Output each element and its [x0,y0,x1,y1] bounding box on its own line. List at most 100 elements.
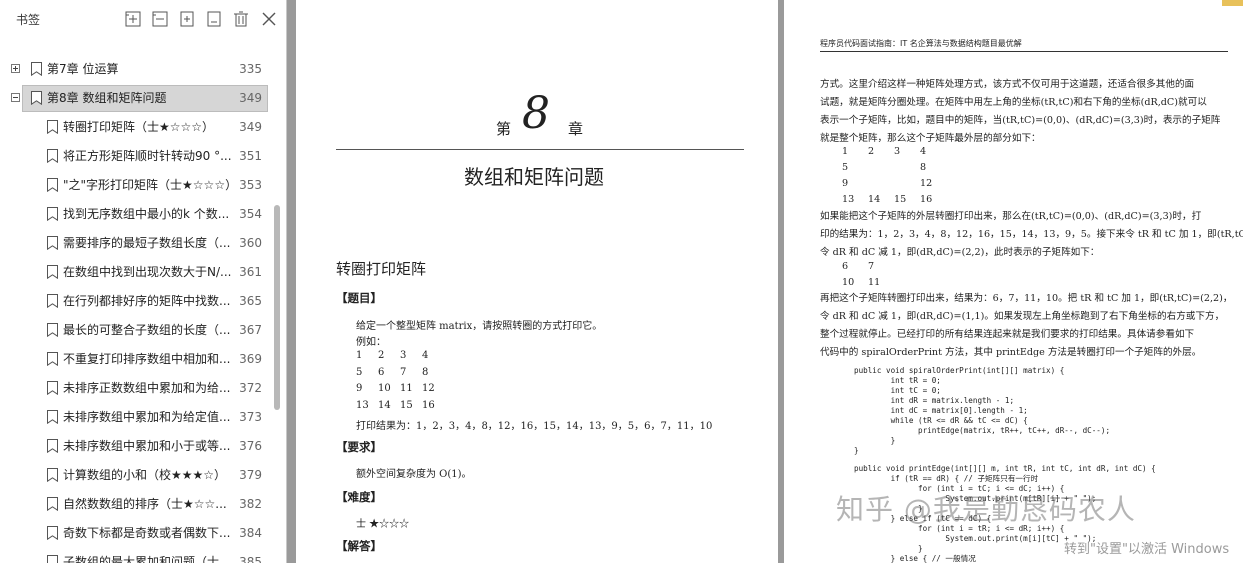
collapse-all-icon[interactable] [151,10,169,28]
bookmark-icon [47,381,58,395]
paragraph-line: 表示一个子矩阵，比如，题目中的矩阵，当(tR,tC)=(0,0)、(dR,dC)… [820,115,1221,126]
windows-activation-notice: 转到"设置"以激活 Windows [1064,542,1230,557]
bookmark-label: 需要排序的最短子数组长度（... [63,236,231,250]
bookmark-page-number: 349 [239,91,262,105]
bookmark-label: 最长的可整合子数组的长度（... [63,323,231,337]
bookmark-label: 在行列都排好序的矩阵中找数... [63,294,231,308]
chapter-suffix: 章 [568,120,584,138]
bookmark-page-number: 385 [239,555,262,563]
matrix-row: 58 [842,162,946,173]
bookmark-page-number: 335 [239,62,262,76]
print-result: 打印结果为：1，2，3，4，8，12，16，15，14，13，9，5，6，7，1… [356,421,713,432]
expand-all-icon[interactable] [124,10,142,28]
matrix-row: 1 2 3 4 [842,146,946,157]
bookmark-item[interactable]: 自然数数组的排序（士★☆☆... 382 [0,490,276,519]
bookmark-icon [47,468,58,482]
bookmark-item[interactable]: 转圈打印矩阵（士★☆☆☆） 349 [0,113,276,142]
bookmark-icon [47,178,58,192]
paragraph-line: 就是整个矩阵，那么这个子矩阵最外层的部分如下： [820,133,1041,144]
bookmark-icon [47,265,58,279]
bookmark-label: 将正方形矩阵顺时针转动90 °... [63,149,231,163]
bookmark-icon [47,149,58,163]
bookmark-page-number: 367 [239,323,262,337]
matrix-cell: 12 [920,178,933,189]
bookmark-item[interactable]: 未排序数组中累加和小于或等... 376 [0,432,276,461]
close-icon[interactable] [260,10,278,28]
bookmark-icon [47,439,58,453]
document-page-right: 程序员代码面试指南：IT 名企算法与数据结构题目最优解 方式。这里介绍这样一种矩… [784,0,1243,563]
delete-icon[interactable] [232,10,250,28]
bookmark-label: 计算数组的小和（校★★★☆） [63,468,227,482]
corner-indicator [1222,0,1243,6]
paragraph-line: 整个过程就停止。已经打印的所有结果连起来就是我们要求的打印结果。具体请参看如下 [820,329,1195,340]
paragraph-line: 试题，就是矩阵分圈处理。在矩阵中用左上角的坐标(tR,tC)和右下角的坐标(dR… [820,97,1207,108]
bookmark-label: 转圈打印矩阵（士★☆☆☆） [63,120,215,134]
problem-text: 给定一个整型矩阵 matrix，请按照转圈的方式打印它。 [356,321,603,332]
paragraph-line: 再把这个子矩阵转圈打印出来，结果为：6，7，11，10。把 tR 和 tC 加 … [820,293,1233,304]
bookmark-icon [47,497,58,511]
paragraph-line: 方式。这里介绍这样一种矩阵处理方式，该方式不仅可用于这道题，还适合很多其他的面 [820,79,1195,90]
bookmark-icon[interactable] [205,10,223,28]
bookmark-icon [31,91,42,105]
bookmark-item[interactable]: 奇数下标都是奇数或者偶数下... 384 [0,519,276,548]
matrix-cell: 9 [842,178,849,189]
chapter-divider [336,149,744,150]
bookmark-item[interactable]: "之"字形打印矩阵（士★☆☆☆） 353 [0,171,276,200]
bookmark-item[interactable]: 第7章 位运算 335 [0,55,276,84]
scrollbar-thumb[interactable] [274,205,280,410]
bookmark-item[interactable]: 将正方形矩阵顺时针转动90 °... 351 [0,142,276,171]
answer-heading: 【解答】 [336,539,382,553]
bookmark-icon [47,526,58,540]
matrix-cell: 16 [920,194,933,205]
bookmark-page-number: 349 [239,120,262,134]
document-page-left: 第 8 章 数组和矩阵问题 转圈打印矩阵 【题目】 给定一个整型矩阵 matri… [296,0,778,563]
bookmark-item[interactable]: 计算数组的小和（校★★★☆） 379 [0,461,276,490]
difficulty-text: 士 ★☆☆☆ [356,519,410,530]
bookmark-item[interactable]: 不重复打印排序数组中相加和... 369 [0,345,276,374]
bookmark-item[interactable]: 未排序数组中累加和为给定值... 373 [0,403,276,432]
section-title: 转圈打印矩阵 [336,260,427,278]
matrix-cell: 14 [868,194,881,205]
matrix-cell: 6 [378,366,385,378]
bookmark-item[interactable]: 需要排序的最短子数组长度（... 360 [0,229,276,258]
matrix-cell: 15 [400,399,413,411]
bookmark-label: 未排序数组中累加和为给定值... [63,410,231,424]
panel-title: 书签 [16,13,41,27]
bookmark-item[interactable]: 最长的可整合子数组的长度（... 367 [0,316,276,345]
matrix-row: 67 [842,261,894,272]
bookmark-label: 奇数下标都是奇数或者偶数下... [63,526,231,540]
add-bookmark-icon[interactable] [178,10,196,28]
bookmark-item[interactable]: 未排序正数数组中累加和为给... 372 [0,374,276,403]
bookmark-icon [47,555,58,563]
chapter-prefix: 第 [496,120,512,138]
bookmark-icon [47,410,58,424]
bookmark-page-number: 354 [239,207,262,221]
matrix-cell: 7 [868,261,875,272]
matrix-cell: 11 [868,277,881,288]
difficulty-heading: 【难度】 [336,490,382,504]
bookmark-item[interactable]: 子数组的最大累加和问题（士... 385 [0,548,276,563]
bookmark-page-number: 353 [239,178,262,192]
bookmark-page-number: 376 [239,439,262,453]
bookmark-label: 不重复打印排序数组中相加和... [63,352,231,366]
bookmark-label: 子数组的最大累加和问题（士... [63,555,231,563]
bookmark-item[interactable]: 在行列都排好序的矩阵中找数... 365 [0,287,276,316]
matrix-cell: 6 [842,261,849,272]
bookmark-page-number: 379 [239,468,262,482]
bookmark-label: 自然数数组的排序（士★☆☆... [63,497,227,511]
bookmark-item[interactable]: 找到无序数组中最小的k 个数... 354 [0,200,276,229]
expand-icon[interactable] [11,64,20,73]
bookmark-item[interactable]: 第8章 数组和矩阵问题 349 [0,84,276,113]
problem-heading: 【题目】 [336,291,382,305]
collapse-icon[interactable] [11,93,20,102]
bookmark-icon [47,294,58,308]
bookmark-panel-header: 书签 [0,0,286,40]
matrix-row: 13 14 15 16 [356,400,444,411]
bookmark-item[interactable]: 在数组中找到出现次数大于N/... 361 [0,258,276,287]
matrix-cell: 15 [894,194,907,205]
matrix-cell: 7 [400,366,407,378]
matrix-cell: 10 [842,277,855,288]
bookmark-label: 在数组中找到出现次数大于N/... [63,265,231,279]
bookmark-icon [31,62,42,76]
matrix-row: 13 14 15 16 [842,194,946,205]
